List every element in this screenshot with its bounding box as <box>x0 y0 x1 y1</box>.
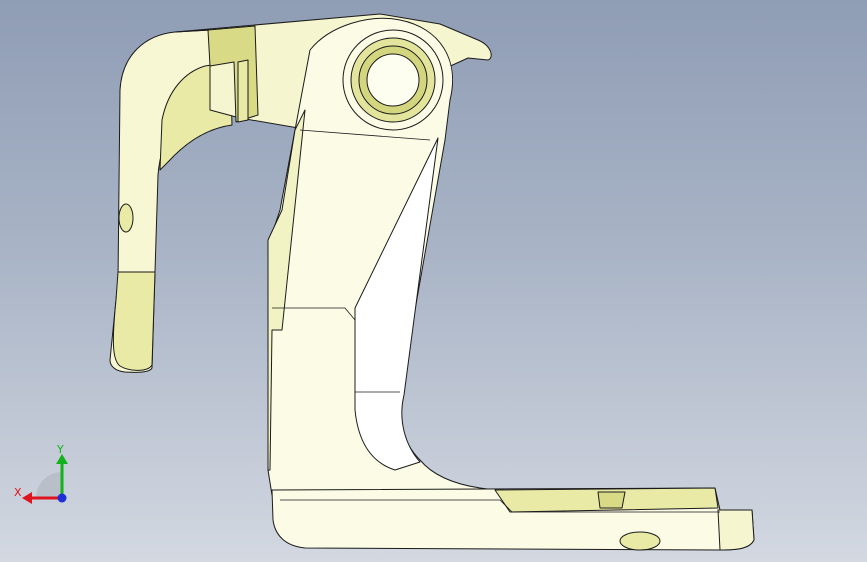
axis-triad: X Y <box>14 443 68 504</box>
hook-lobe <box>112 271 156 371</box>
part-model[interactable] <box>0 0 867 562</box>
hook-slot <box>118 203 134 233</box>
x-arrow-icon <box>22 492 32 504</box>
y-axis-label: Y <box>56 443 64 456</box>
foot-tip <box>717 509 755 551</box>
cad-viewport[interactable]: X Y <box>0 0 867 562</box>
x-axis-label: X <box>14 486 22 499</box>
z-axis-icon <box>57 493 67 503</box>
pivot-hole[interactable] <box>366 53 420 107</box>
triad-quadrant <box>36 472 62 498</box>
foot-pocket <box>597 491 626 509</box>
foot-slot <box>619 531 661 551</box>
top-bar-slot <box>237 59 249 123</box>
